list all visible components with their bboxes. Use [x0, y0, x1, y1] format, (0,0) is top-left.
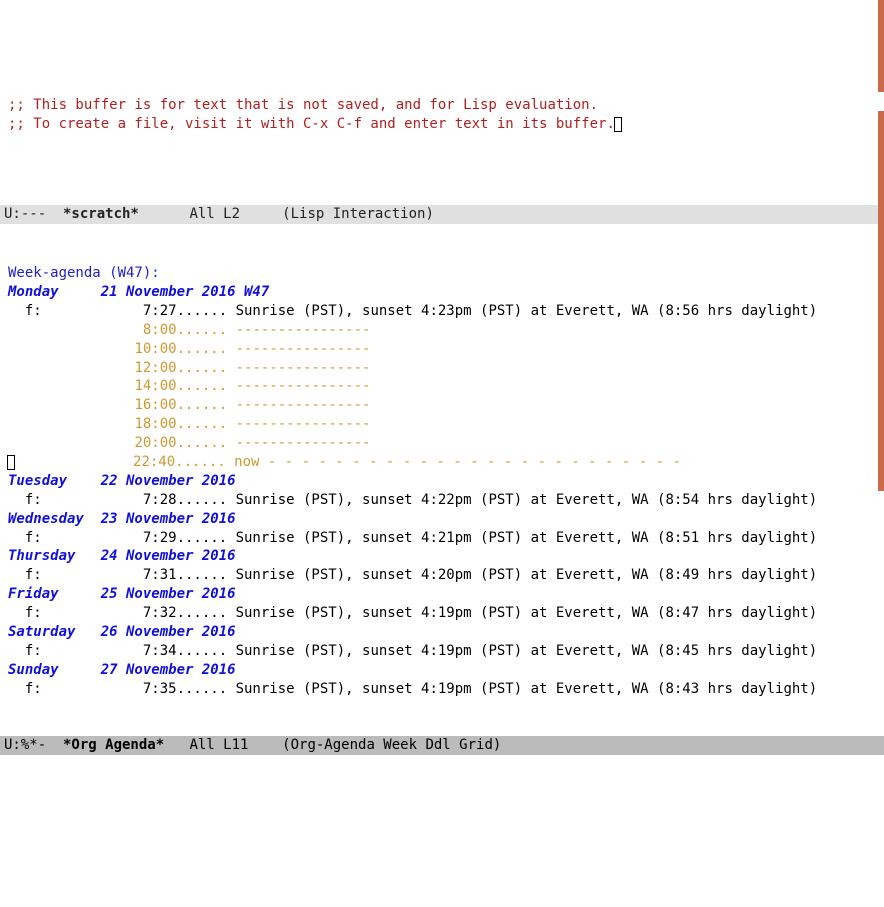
agenda-entry[interactable]: f: 7:29...... Sunrise (PST), sunset 4:21… [8, 530, 817, 546]
agenda-entry-text: Sunrise (PST), sunset 4:22pm (PST) at Ev… [236, 492, 818, 508]
agenda-time-grid: 10:00...... ---------------- [134, 341, 370, 357]
agenda-entry[interactable]: 16:00...... ---------------- [8, 397, 370, 413]
agenda-day-header[interactable]: Sunday 27 November 2016 [8, 662, 236, 678]
agenda-time-grid: 14:00...... ---------------- [134, 378, 370, 394]
agenda-day-header[interactable]: Thursday 24 November 2016 [8, 548, 236, 564]
agenda-entry-text: Sunrise (PST), sunset 4:19pm (PST) at Ev… [236, 643, 818, 659]
agenda-entry-text: Sunrise (PST), sunset 4:20pm (PST) at Ev… [236, 567, 818, 583]
modeline-mode: (Org-Agenda Week Ddl Grid) [274, 736, 502, 755]
agenda-buffer[interactable]: Week-agenda (W47): Monday 21 November 20… [0, 262, 884, 698]
agenda-entry[interactable]: 10:00...... ---------------- [8, 341, 370, 357]
agenda-entry-time: 7:32...... [143, 605, 236, 621]
modeline-scratch[interactable]: U:--- *scratch* All L2 (Lisp Interaction… [0, 205, 884, 224]
agenda-time-grid: 8:00...... ---------------- [134, 322, 370, 338]
agenda-time-grid: 16:00...... ---------------- [134, 397, 370, 413]
cursor-scratch [614, 117, 622, 132]
agenda-entry-text: Sunrise (PST), sunset 4:21pm (PST) at Ev… [236, 530, 818, 546]
modeline-buffer-name: *scratch* [55, 205, 139, 224]
agenda-entry[interactable]: 12:00...... ---------------- [8, 360, 370, 376]
agenda-entry[interactable]: f: 7:34...... Sunrise (PST), sunset 4:19… [8, 643, 817, 659]
agenda-entry[interactable]: f: 7:27...... Sunrise (PST), sunset 4:23… [8, 303, 817, 319]
agenda-entry[interactable]: f: 7:28...... Sunrise (PST), sunset 4:22… [8, 492, 817, 508]
agenda-entry[interactable]: f: 7:31...... Sunrise (PST), sunset 4:20… [8, 567, 817, 583]
agenda-entry-text: Sunrise (PST), sunset 4:19pm (PST) at Ev… [236, 605, 818, 621]
agenda-day-header[interactable]: Wednesday 23 November 2016 [8, 511, 236, 527]
modeline-status: U:--- [4, 205, 55, 224]
modeline-position: All L11 [164, 736, 274, 755]
cursor-agenda [7, 455, 15, 470]
agenda-header: Week-agenda (W47): [8, 265, 160, 281]
agenda-entry-time: 7:31...... [143, 567, 236, 583]
agenda-entry-text: Sunrise (PST), sunset 4:19pm (PST) at Ev… [236, 681, 818, 697]
modeline-buffer-name: *Org Agenda* [55, 736, 165, 755]
scrollbar-agenda[interactable] [878, 111, 884, 491]
agenda-entry-text: Sunrise (PST), sunset 4:23pm (PST) at Ev… [236, 303, 818, 319]
agenda-time-grid: 12:00...... ---------------- [134, 360, 370, 376]
agenda-entry[interactable]: 8:00...... ---------------- [8, 322, 370, 338]
agenda-time-grid: 20:00...... ---------------- [134, 435, 370, 451]
agenda-day-header[interactable]: Saturday 26 November 2016 [8, 624, 236, 640]
agenda-entry-time: 7:28...... [143, 492, 236, 508]
agenda-entry-time: 7:35...... [143, 681, 236, 697]
modeline-mode: (Lisp Interaction) [274, 205, 434, 224]
agenda-day-header[interactable]: Monday 21 November 2016 W47 [8, 284, 269, 300]
agenda-entry[interactable]: 22:40...... now - - - - - - - - - - - - … [8, 454, 681, 470]
scrollbar-scratch[interactable] [878, 0, 884, 92]
modeline-position: All L2 [139, 205, 274, 224]
agenda-entry[interactable]: 20:00...... ---------------- [8, 435, 370, 451]
agenda-entry[interactable]: 18:00...... ---------------- [8, 416, 370, 432]
agenda-entry-time: 7:34...... [143, 643, 236, 659]
modeline-status: U:%*- [4, 736, 55, 755]
agenda-entry-time: 7:27...... [143, 303, 236, 319]
scratch-buffer[interactable]: ;; This buffer is for text that is not s… [0, 76, 884, 168]
agenda-entry[interactable]: 14:00...... ---------------- [8, 378, 370, 394]
agenda-time-grid: 18:00...... ---------------- [134, 416, 370, 432]
scratch-comment-2: ;; To create a file, visit it with C-x C… [8, 116, 615, 132]
agenda-entry[interactable]: f: 7:32...... Sunrise (PST), sunset 4:19… [8, 605, 817, 621]
modeline-agenda[interactable]: U:%*- *Org Agenda* All L11 (Org-Agenda W… [0, 736, 884, 755]
agenda-entry-time: 7:29...... [143, 530, 236, 546]
scratch-comment-1: ;; This buffer is for text that is not s… [8, 97, 598, 113]
agenda-entry[interactable]: f: 7:35...... Sunrise (PST), sunset 4:19… [8, 681, 817, 697]
agenda-day-header[interactable]: Friday 25 November 2016 [8, 586, 236, 602]
agenda-time-grid: 22:40...... now - - - - - - - - - - - - … [133, 454, 681, 470]
agenda-day-header[interactable]: Tuesday 22 November 2016 [8, 473, 236, 489]
